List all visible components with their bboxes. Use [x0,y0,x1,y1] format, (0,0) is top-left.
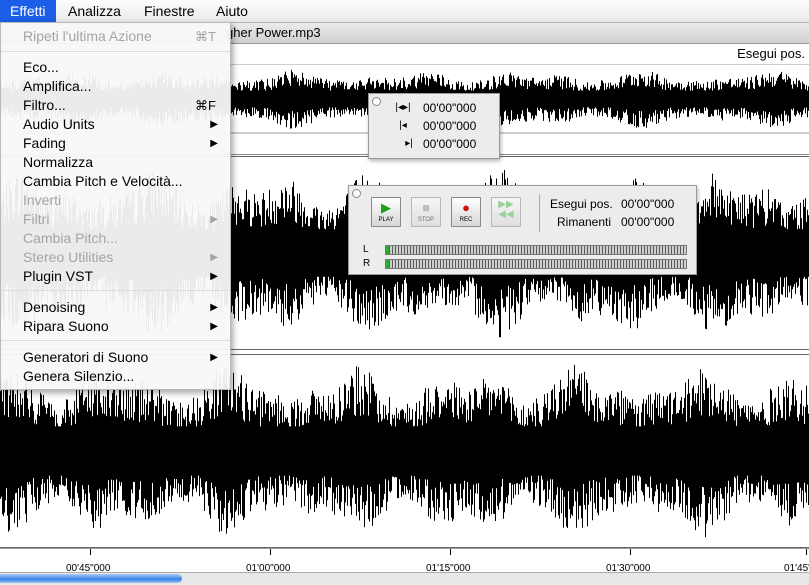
meter-bar-right [385,259,687,269]
menu-separator [1,51,230,52]
menu-item-filtri[interactable]: Filtri ▶ [1,210,230,229]
play-label: PLAY [378,217,394,223]
record-label: REC [459,217,473,223]
play-icon: ▶ [381,200,391,215]
submenu-arrow-icon: ▶ [210,321,218,332]
fast-forward-rewind-button[interactable]: ▶▶ ◀◀ [491,197,521,227]
meter-fill-left [386,246,389,254]
menu-item-ripeti[interactable]: Ripeti l'ultima Azione ⌘T [1,27,230,46]
stop-label: STOP [417,217,435,223]
transport-close-icon[interactable] [352,189,361,198]
menu-item-fading[interactable]: Fading ▶ [1,134,230,153]
submenu-arrow-icon: ▶ [210,119,218,130]
menu-aiuto[interactable]: Aiuto [206,0,258,22]
palette-close-icon[interactable] [372,97,381,106]
level-meter-right: R [363,258,691,270]
menu-analizza[interactable]: Analizza [58,0,131,22]
selection-start-row: |◂ 00'00"000 [389,117,497,135]
tick-mark [630,549,631,555]
menu-item-audio-units[interactable]: Audio Units ▶ [1,115,230,134]
menu-item-eco[interactable]: Eco... [1,58,230,77]
remaining-value: 00'00"000 [621,215,675,229]
menu-item-genera-silenzio[interactable]: Genera Silenzio... [1,367,230,386]
selection-length-row: |◂▸| 00'00"000 [389,99,497,117]
submenu-arrow-icon: ▶ [210,252,218,263]
selection-end-row: ▸| 00'00"000 [389,135,497,153]
tick-mark [90,549,91,555]
menu-item-cambia-pitch[interactable]: Cambia Pitch... [1,229,230,248]
menu-bar: Effetti Analizza Finestre Aiuto [0,0,809,23]
overview-position-label: Esegui pos. [737,46,805,61]
play-button[interactable]: ▶ PLAY [371,197,401,227]
menu-item-ripara-suono[interactable]: Ripara Suono ▶ [1,317,230,336]
window-title: gher Power.mp3 [226,25,321,40]
menu-item-plugin-vst[interactable]: Plugin VST ▶ [1,267,230,286]
selection-start-value[interactable]: 00'00"000 [423,117,476,135]
selection-end-value[interactable]: 00'00"000 [423,135,476,153]
selection-length-value[interactable]: 00'00"000 [423,99,476,117]
submenu-arrow-icon: ▶ [210,138,218,149]
selection-end-icon: ▸| [405,138,413,149]
menu-item-normalizza[interactable]: Normalizza [1,153,230,172]
menu-item-stereo-utilities[interactable]: Stereo Utilities ▶ [1,248,230,267]
menu-effetti[interactable]: Effetti [0,0,56,22]
submenu-arrow-icon: ▶ [210,271,218,282]
menu-item-filtro[interactable]: Filtro... ⌘F [1,96,230,115]
menu-separator [1,340,230,341]
meter-bar-left [385,245,687,255]
menu-separator [1,290,230,291]
submenu-arrow-icon: ▶ [210,352,218,363]
menu-item-amplifica[interactable]: Amplifica... [1,77,230,96]
level-meter-left: L [363,244,691,256]
selection-start-icon: |◂ [399,120,407,131]
play-position-label: Esegui pos. [550,197,613,211]
timeline-ruler[interactable]: 00'45"000 01'00"000 01'15"000 01'30"000 … [0,548,809,574]
fast-forward-rewind-icon: ▶▶ ◀◀ [498,199,514,220]
submenu-arrow-icon: ▶ [210,302,218,313]
play-position-value: 00'00"000 [621,197,675,211]
transport-palette: ▶ PLAY ■ STOP ● REC ▶▶ ◀◀ Esegui pos. 00'… [348,185,697,275]
stop-icon: ■ [422,200,430,215]
record-icon: ● [462,200,470,215]
menu-finestre[interactable]: Finestre [134,0,205,22]
menu-item-cambia-pitch-velocita[interactable]: Cambia Pitch e Velocità... [1,172,230,191]
effetti-dropdown-menu: Ripeti l'ultima Azione ⌘T Eco... Amplific… [0,22,231,390]
selection-palette: |◂▸| 00'00"000 |◂ 00'00"000 ▸| 00'00"000 [368,93,500,159]
remaining-label: Rimanenti [557,215,612,229]
selection-length-icon: |◂▸| [395,102,411,113]
record-button[interactable]: ● REC [451,197,481,227]
horizontal-scrollbar[interactable] [0,572,809,585]
submenu-arrow-icon: ▶ [210,214,218,225]
menu-item-generatori-suono[interactable]: Generatori di Suono ▶ [1,348,230,367]
meter-channel-right: R [363,258,371,269]
meter-channel-left: L [363,244,369,255]
tick-mark [270,549,271,555]
menu-item-inverti[interactable]: Inverti [1,191,230,210]
tick-mark [450,549,451,555]
menu-item-denoising[interactable]: Denoising ▶ [1,298,230,317]
transport-separator [539,194,540,232]
scrollbar-thumb[interactable] [0,574,182,583]
stop-button[interactable]: ■ STOP [411,197,441,227]
meter-fill-right [386,260,389,268]
tick-mark [806,549,807,555]
